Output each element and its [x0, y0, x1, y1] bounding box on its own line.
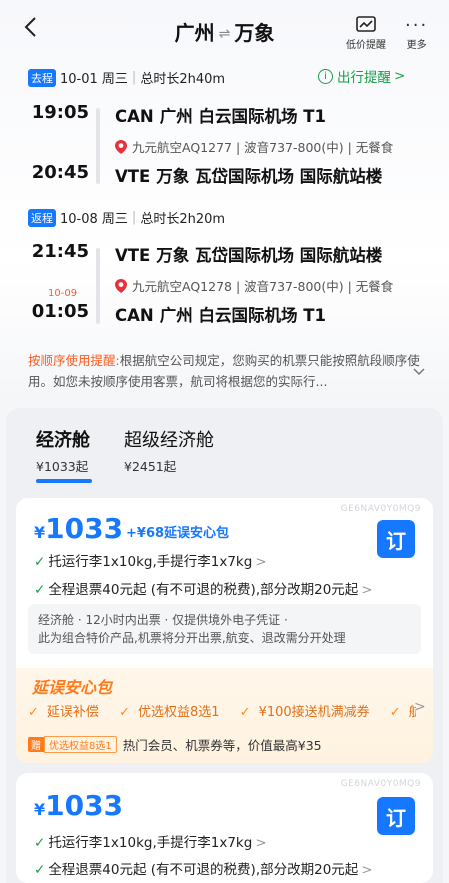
check-icon: ✓ [119, 705, 130, 720]
tab-economy-label: 经济舱 [36, 430, 90, 451]
price-alert-button[interactable]: 低价提醒 [346, 14, 386, 51]
check-icon: ✓ [34, 582, 46, 598]
travel-reminder-link[interactable]: i 出行提醒 > [318, 66, 405, 86]
offer-price: ¥1033 [34, 789, 124, 822]
baggage-info[interactable]: ✓ 托运行李1x10kg,手提行李1x7kg > [34, 550, 267, 570]
gift-text: 热门会员、机票券等，价值最高¥35 [122, 738, 322, 753]
nav-bar: 广州 ⇌ 万象 低价提醒 ··· 更多 [0, 0, 449, 64]
trend-chart-icon [356, 14, 376, 36]
check-icon: ✓ [239, 705, 251, 720]
more-button[interactable]: ··· 更多 [405, 14, 429, 52]
outbound-arr-time: 20:45 [31, 162, 89, 183]
chevron-down-icon[interactable] [413, 365, 425, 380]
more-label: 更多 [406, 40, 427, 51]
return-arr-time: 01:05 [31, 301, 89, 322]
price-alert-label: 低价提醒 [346, 40, 386, 51]
refund-info[interactable]: ✓ 全程退票40元起 (有不可退的税费),部分改期20元起 > [34, 858, 373, 878]
check-icon: ✓ [34, 862, 46, 878]
outbound-duration: 总时长2h40m [140, 72, 226, 87]
offer-card: GE6NAV0Y0MQ9 ¥1033 订 ✓ 托运行李1x10kg,手提行李1x7… [16, 773, 433, 883]
origin-city: 广州 [174, 21, 215, 45]
outbound-tag: 去程 [28, 68, 56, 87]
ticket-note: 经济舱 · 12小时内出票 · 仅提供境外电子凭证 · 此为组合特价产品,机票将… [28, 604, 421, 654]
gift-label: 优选权益8选1 [44, 736, 117, 753]
travel-reminder-label: 出行提醒 [337, 70, 391, 86]
more-dots-icon: ··· [405, 14, 429, 36]
return-dep-time: 21:45 [31, 241, 89, 262]
chevron-right-icon: > [255, 835, 267, 851]
offer-code: GE6NAV0Y0MQ9 [340, 779, 421, 789]
tab-premium-economy[interactable]: 超级经济舱 ¥2451起 [124, 426, 214, 475]
order-usage-notice[interactable]: 按顺序使用提醒:根据航空公司规定，您购买的机票只能按照航段顺序使用。如您未按顺序… [28, 350, 420, 392]
outbound-flight-info: 九元航空AQ1277 | 波音737-800(中) | 无餐食 [115, 137, 393, 156]
book-button[interactable]: 订 [377, 520, 415, 558]
airline-logo-icon [115, 278, 127, 293]
tab-premium-economy-label: 超级经济舱 [124, 430, 214, 451]
return-arr-airport: CAN 广州 白云国际机场 T1 [115, 306, 326, 325]
promo-title: 延误安心包 [32, 678, 113, 697]
check-icon: ✓ [389, 705, 401, 720]
chevron-right-icon[interactable]: > [414, 699, 426, 715]
check-icon: ✓ [34, 835, 46, 851]
return-header: 返程 10-08 周三 | 总时长2h20m [28, 208, 225, 227]
book-button[interactable]: 订 [377, 797, 415, 835]
active-tab-indicator [36, 479, 92, 483]
return-timeline [96, 248, 100, 324]
delay-protection-promo[interactable]: 延误安心包 ✓ 延误补偿 ✓ 优选权益8选1 ✓ ¥100接送机满减券 ✓ 航 > 赠优… [16, 668, 433, 763]
outbound-arr-airport: VTE 万象 瓦岱国际机场 国际航站楼 [115, 167, 383, 186]
delay-insurance-addon[interactable]: +¥68延误安心包 [126, 522, 229, 541]
return-duration: 总时长2h20m [140, 212, 226, 227]
check-icon: ✓ [34, 554, 46, 570]
info-icon: i [318, 68, 333, 84]
return-tag: 返程 [28, 208, 56, 227]
return-nextday: 10-09 [48, 288, 78, 299]
return-date: 10-08 周三 [60, 212, 128, 227]
chevron-right-icon: > [361, 862, 373, 878]
tab-economy[interactable]: 经济舱 ¥1033起 [36, 426, 92, 483]
offer-price: ¥1033 [34, 512, 124, 545]
check-icon: ✓ [28, 705, 39, 720]
chevron-right-icon: > [361, 582, 373, 598]
return-dep-airport: VTE 万象 瓦岱国际机场 国际航站楼 [115, 246, 383, 265]
outbound-timeline [96, 108, 100, 184]
outbound-dep-time: 19:05 [31, 102, 89, 123]
round-trip-icon: ⇌ [218, 26, 231, 42]
promo-items: ✓ 延误补偿 ✓ 优选权益8选1 ✓ ¥100接送机满减券 ✓ 航 [28, 705, 416, 720]
chevron-right-icon: > [255, 554, 267, 570]
gift-benefit: 赠优选权益8选1 热门会员、机票券等，价值最高¥35 [28, 735, 322, 754]
outbound-date: 10-01 周三 [60, 72, 128, 87]
airline-logo-icon [115, 139, 127, 154]
baggage-info[interactable]: ✓ 托运行李1x10kg,手提行李1x7kg > [34, 831, 267, 851]
destination-city: 万象 [234, 21, 275, 45]
gift-tag: 赠 [28, 737, 44, 752]
chevron-right-icon: > [394, 68, 406, 84]
tab-premium-economy-price: ¥2451起 [124, 459, 177, 474]
notice-title: 按顺序使用提醒: [28, 353, 120, 368]
refund-info[interactable]: ✓ 全程退票40元起 (有不可退的税费),部分改期20元起 > [34, 578, 373, 598]
outbound-header: 去程 10-01 周三 | 总时长2h40m [28, 68, 225, 87]
return-flight-info: 九元航空AQ1278 | 波音737-800(中) | 无餐食 [115, 276, 393, 295]
tab-economy-price: ¥1033起 [36, 459, 89, 474]
outbound-dep-airport: CAN 广州 白云国际机场 T1 [115, 107, 326, 126]
offer-code: GE6NAV0Y0MQ9 [340, 504, 421, 514]
offer-card: GE6NAV0Y0MQ9 ¥1033 +¥68延误安心包 订 ✓ 托运行李1x10… [16, 498, 433, 763]
